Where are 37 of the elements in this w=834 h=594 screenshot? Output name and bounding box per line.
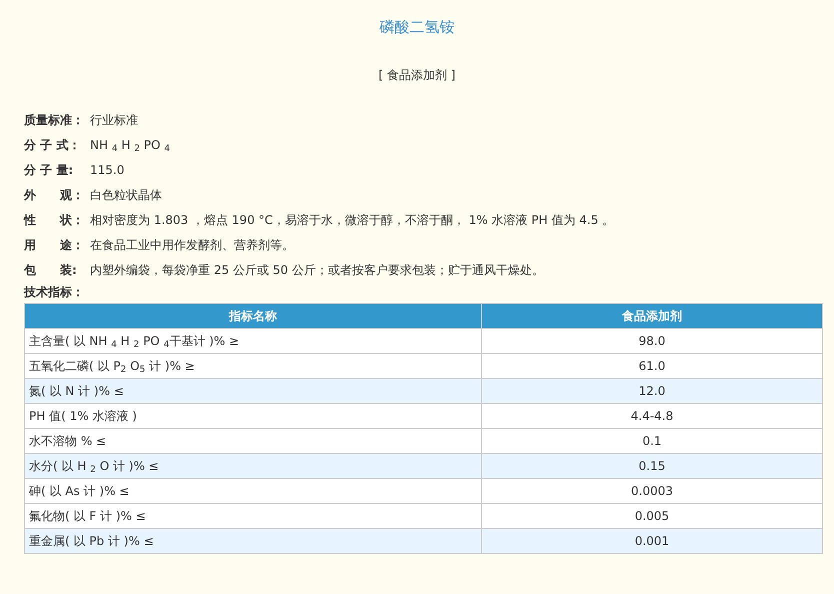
- property-label: 质量标准：: [24, 112, 85, 129]
- table-cell: 砷( 以 As 计 )% ≤: [24, 478, 482, 503]
- column-header: 食品添加剂: [482, 303, 822, 328]
- table-cell: 0.15: [482, 453, 822, 478]
- table-cell: 12.0: [482, 378, 822, 403]
- property-label: 包 装:: [24, 262, 78, 279]
- property-value: 在食品工业中用作发酵剂、营养剂等。: [90, 237, 294, 254]
- property-value: 行业标准: [90, 112, 138, 129]
- table-cell: 五氧化二磷( 以 P$_{2}$ O$_{5}$ 计 )% ≥: [24, 353, 482, 378]
- property-label: 分 子 式：: [24, 137, 82, 154]
- table-cell: 0.005: [482, 503, 822, 528]
- table-cell: 重金属( 以 Pb 计 )% ≤: [24, 528, 482, 553]
- property-value: 相对密度为 1.803 ，熔点 190 °C，易溶于水，微溶于醇，不溶于酮， 1% 水溶液 PH 值为 4.5 。: [90, 212, 614, 229]
- table-cell: 0.1: [482, 428, 822, 453]
- table-cell: 水分( 以 H $_{2}$ O 计 )% ≤: [24, 453, 482, 478]
- property-label: 外 观：: [24, 187, 85, 204]
- page-title: 磷酸二氢铵: [380, 17, 454, 38]
- column-header: 指标名称: [24, 303, 482, 328]
- table-cell: 98.0: [482, 328, 822, 353]
- table-cell: 0.0003: [482, 478, 822, 503]
- property-value: 内塑外编袋，每袋净重 25 公斤或 50 公斤；或者按客户要求包装；贮于通风干燥处。: [90, 262, 544, 279]
- subtitle: [ 食品添加剂 ]: [378, 66, 456, 84]
- table-cell: 61.0: [482, 353, 822, 378]
- table-cell: 水不溶物 % ≤: [24, 428, 482, 453]
- section-heading: 技术指标：: [24, 284, 85, 300]
- table-cell: 主含量( 以 NH $_{4}$ H $_{2}$ PO $_{4}$干基计 )% ≥: [24, 328, 482, 353]
- table-cell: 氟化物( 以 F 计 )% ≤: [24, 503, 482, 528]
- property-value: NH $_{4}$ H $_{2}$ PO $_{4}$: [90, 137, 170, 154]
- table-cell: 氮( 以 N 计 )% ≤: [24, 378, 482, 403]
- table-cell: 4.4-4.8: [482, 403, 822, 428]
- table-cell: PH 值( 1% 水溶液 ): [24, 403, 482, 428]
- table-cell: 0.001: [482, 528, 822, 553]
- property-label: 性 状：: [24, 212, 85, 229]
- property-value: 白色粒状晶体: [90, 187, 162, 204]
- property-label: 分 子 量:: [24, 162, 74, 179]
- property-value: 115.0: [90, 162, 124, 179]
- property-label: 用 途：: [24, 237, 85, 254]
